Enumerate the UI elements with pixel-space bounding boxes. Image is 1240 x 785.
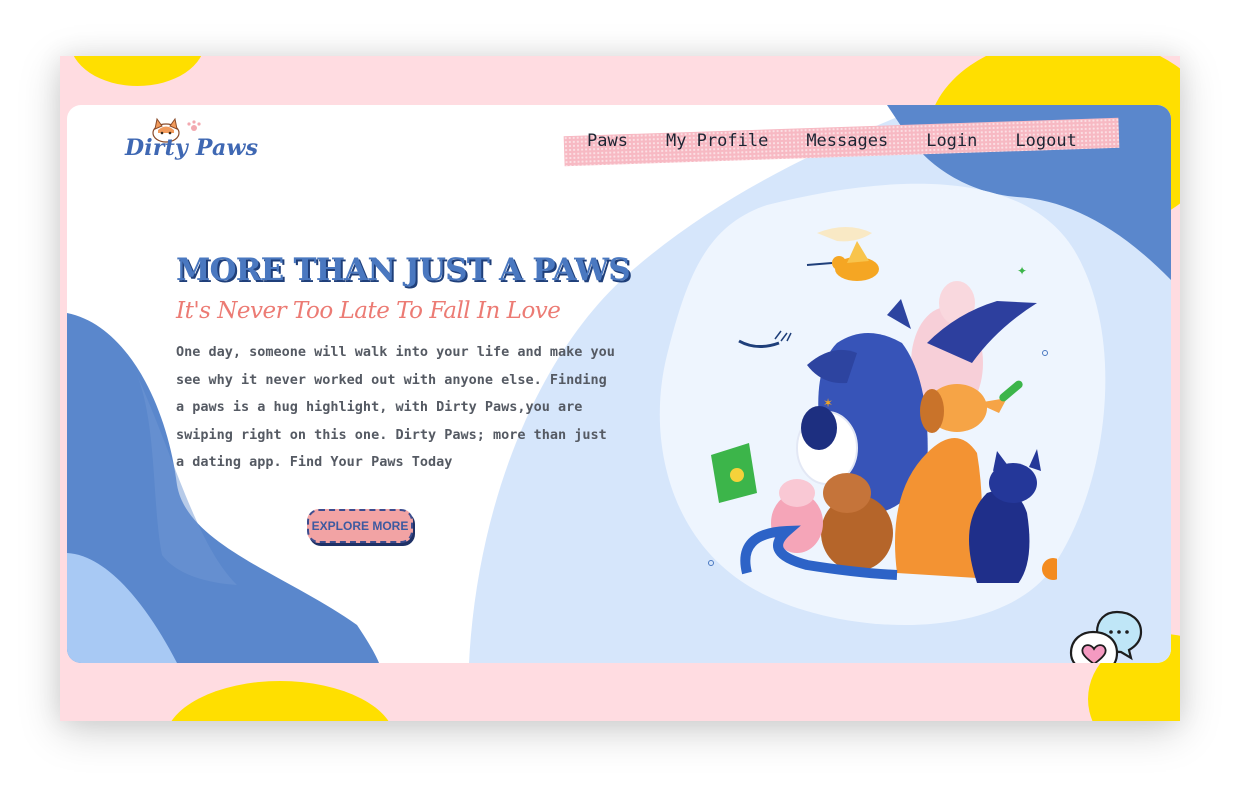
main-nav: Paws My Profile Messages Login Logout — [587, 131, 1077, 151]
hero-subtitle: It's Never Too Late To Fall In Love — [176, 298, 561, 324]
nav-item-messages[interactable]: Messages — [806, 131, 888, 151]
brand-logo[interactable]: Dirty Paws — [123, 117, 263, 167]
nav-item-paws[interactable]: Paws — [587, 131, 628, 151]
chat-heart-icon[interactable] — [1069, 608, 1149, 663]
pets-group-illustration: ✦ ✦ ✶ — [708, 227, 1057, 583]
svg-text:✶: ✶ — [823, 396, 833, 410]
page-frame: Dirty Paws Paws My Profile Messages Logi… — [60, 56, 1180, 721]
svg-text:✦: ✦ — [1017, 264, 1027, 278]
yellow-blob-top-left — [70, 56, 205, 86]
nav-item-my-profile[interactable]: My Profile — [666, 131, 768, 151]
yellow-blob-bottom-left — [165, 681, 395, 721]
nav-item-login[interactable]: Login — [926, 131, 977, 151]
hero-card: Dirty Paws Paws My Profile Messages Logi… — [67, 105, 1171, 663]
nav-item-logout[interactable]: Logout — [1015, 131, 1076, 151]
hero-title: MORE THAN JUST A PAWS — [176, 252, 631, 288]
hero-description: One day, someone will walk into your lif… — [176, 344, 615, 470]
brand-name: Dirty Paws — [125, 135, 259, 161]
explore-more-button[interactable]: EXPLORE MORE — [307, 509, 413, 543]
